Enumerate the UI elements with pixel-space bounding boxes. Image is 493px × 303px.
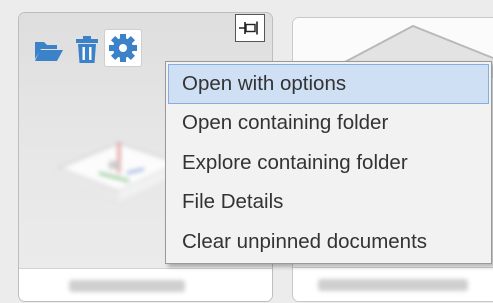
menu-item-label: Open with options [182, 71, 347, 95]
menu-item-label: Open containing folder [182, 111, 389, 135]
document-name-bar [19, 268, 272, 301]
pin-button[interactable] [235, 14, 265, 42]
menu-item-clear-unpinned-documents[interactable]: Clear unpinned documents [168, 222, 489, 262]
options-button[interactable] [104, 29, 142, 67]
menu-item-explore-containing-folder[interactable]: Explore containing folder [168, 143, 489, 183]
menu-item-label: Explore containing folder [182, 150, 408, 174]
open-folder-button[interactable] [33, 38, 65, 64]
gear-icon [109, 34, 137, 62]
pin-icon [239, 21, 258, 35]
document-name-bar [293, 267, 493, 301]
menu-item-label: File Details [182, 190, 284, 214]
document-name-redacted [69, 280, 185, 292]
menu-item-label: Clear unpinned documents [182, 229, 428, 253]
trash-icon [76, 36, 98, 63]
document-name-redacted [318, 279, 468, 291]
menu-item-open-containing-folder[interactable]: Open containing folder [168, 104, 489, 144]
folder-open-icon [35, 42, 63, 61]
context-menu: Open with options Open containing folder… [165, 61, 492, 264]
recent-documents-view: Open with options Open containing folder… [0, 0, 493, 303]
delete-button[interactable] [73, 35, 101, 65]
menu-item-open-with-options[interactable]: Open with options [168, 64, 489, 104]
menu-item-file-details[interactable]: File Details [168, 183, 489, 223]
